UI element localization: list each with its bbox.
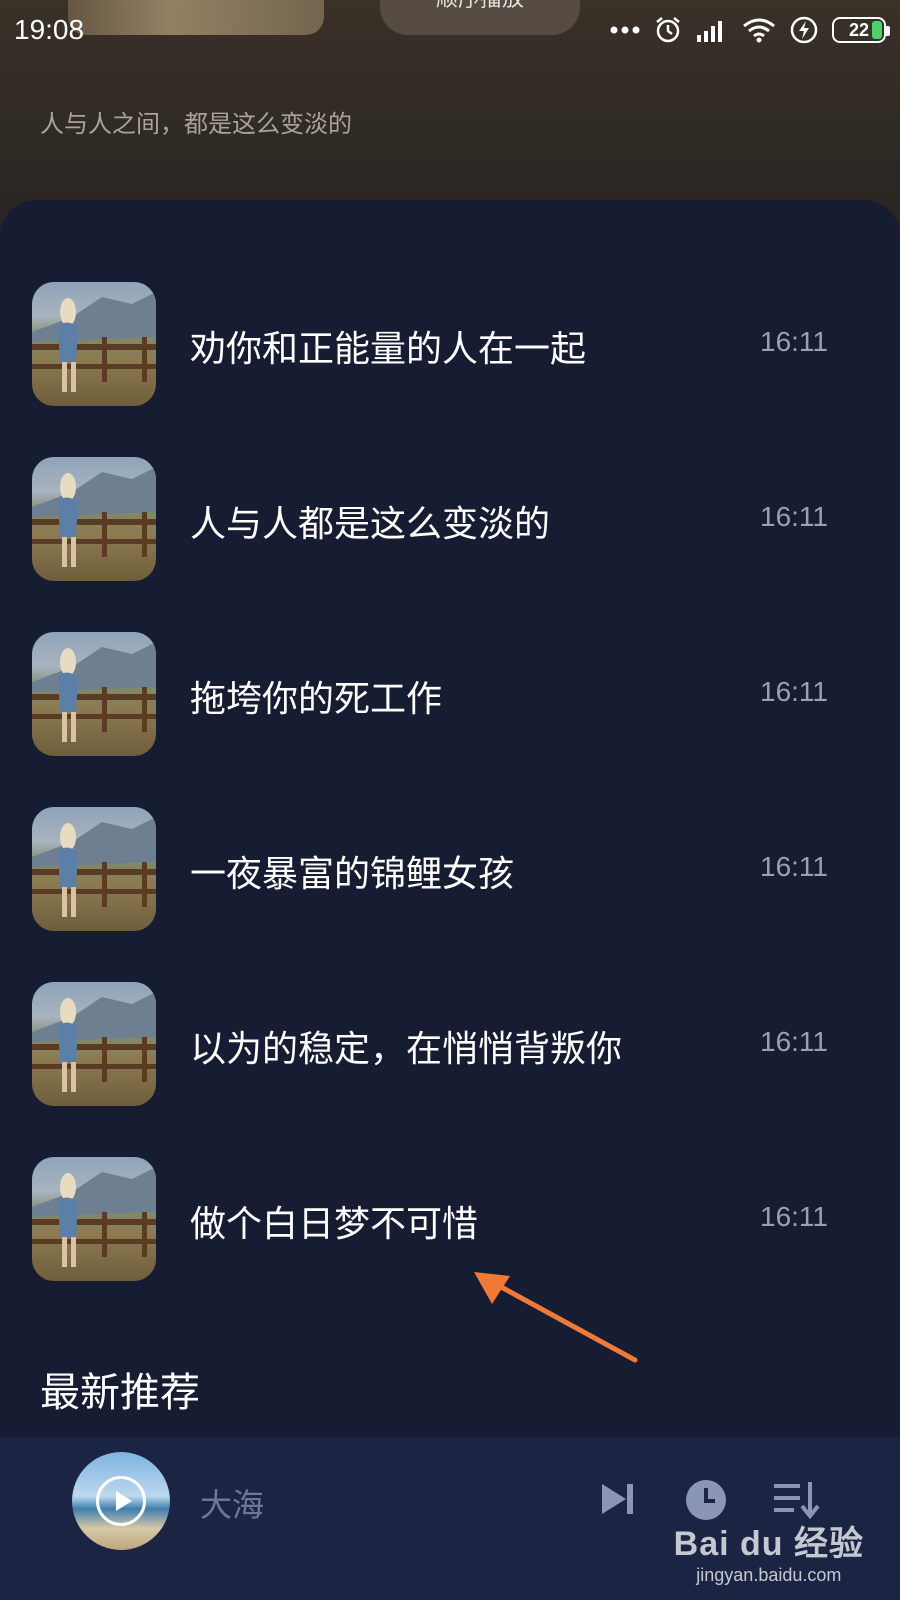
wifi-icon [743, 18, 775, 43]
song-title: 人与人都是这么变淡的 [190, 504, 551, 545]
song-list-panel: 劝你和正能量的人在一起 16:11 人与人都是这么变淡的 16:11 拖垮你的死工作 16… [0, 200, 900, 1440]
charging-icon [790, 16, 818, 44]
song-cover-image [32, 807, 156, 931]
signal-icon [697, 21, 722, 42]
battery-icon: 22 [832, 17, 890, 43]
header-subtitle: 人与人之间，都是这么变淡的 [40, 110, 352, 138]
status-time: 19:08 [14, 14, 85, 45]
song-title: 劝你和正能量的人在一起 [190, 329, 587, 370]
song-item[interactable]: 拖垮你的死工作 16:11 [0, 632, 900, 756]
status-icons: 22 [610, 14, 890, 46]
song-title: 一夜暴富的锦鲤女孩 [190, 854, 515, 895]
mini-player[interactable]: 大海 Bai du 经验 jingyan.baidu.com [0, 1438, 900, 1600]
song-item[interactable]: 人与人都是这么变淡的 16:11 [0, 457, 900, 581]
song-time: 16:11 [760, 501, 828, 532]
song-cover-image [32, 632, 156, 756]
section-title-latest: 最新推荐 [40, 1370, 200, 1416]
song-time: 16:11 [760, 676, 828, 707]
annotation-arrow-icon [474, 1272, 638, 1363]
watermark-sub: jingyan.baidu.com [696, 1565, 842, 1585]
song-time: 16:11 [760, 851, 828, 882]
song-title: 拖垮你的死工作 [190, 679, 443, 720]
song-title: 做个白日梦不可惜 [190, 1204, 479, 1245]
song-item[interactable]: 做个白日梦不可惜 16:11 [0, 1157, 900, 1281]
song-time: 16:11 [760, 1201, 828, 1232]
song-item[interactable]: 一夜暴富的锦鲤女孩 16:11 [0, 807, 900, 931]
song-time: 16:11 [760, 1026, 828, 1057]
watermark-main: Bai du 经验 [673, 1525, 864, 1563]
mini-player-title[interactable]: 大海 [200, 1480, 264, 1526]
song-title: 以为的稳定，在悄悄背叛你 [190, 1029, 623, 1070]
more-dots-icon [610, 26, 640, 34]
status-bar: 19:08 22 [0, 0, 900, 60]
play-icon[interactable] [96, 1476, 146, 1526]
song-cover-image [32, 457, 156, 581]
song-item[interactable]: 劝你和正能量的人在一起 16:11 [0, 282, 900, 406]
song-cover-image [32, 1157, 156, 1281]
song-item[interactable]: 以为的稳定，在悄悄背叛你 16:11 [0, 982, 900, 1106]
song-cover-image [32, 982, 156, 1106]
alarm-icon [656, 17, 680, 43]
next-icon[interactable] [596, 1478, 638, 1520]
battery-level: 22 [848, 20, 870, 40]
song-cover-image [32, 282, 156, 406]
song-time: 16:11 [760, 326, 828, 357]
mini-player-cover[interactable] [72, 1452, 170, 1550]
baidu-watermark: Bai du 经验 jingyan.baidu.com [674, 1516, 864, 1586]
